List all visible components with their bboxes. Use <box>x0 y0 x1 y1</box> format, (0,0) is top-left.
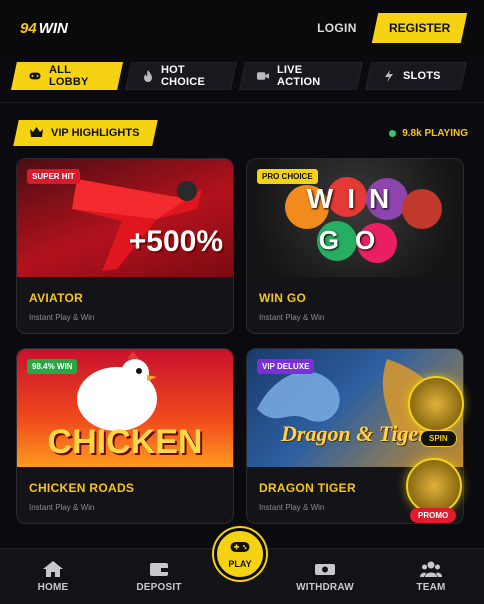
nav-deposit[interactable]: DEPOSIT <box>106 549 212 604</box>
section-title: VIP HIGHLIGHTS <box>51 127 140 139</box>
live-dot-icon <box>389 129 397 137</box>
playing-count: 9.8k PLAYING <box>402 127 468 139</box>
spin-label: SPIN <box>420 430 457 447</box>
game-subtitle: Instant Play & Win <box>259 313 325 322</box>
nav-withdraw[interactable]: WITHDRAW <box>272 549 378 604</box>
game-subtitle: Instant Play & Win <box>29 503 95 512</box>
gamepad-icon <box>230 540 250 558</box>
gamepad-icon <box>29 71 41 81</box>
tab-all-lobby[interactable]: ALL LOBBY <box>11 62 123 90</box>
logo-number: 94 <box>20 19 37 37</box>
tab-live-action[interactable]: LIVE ACTION <box>239 62 363 90</box>
game-art-aviator: +500% SUPER HIT <box>17 159 233 277</box>
tab-label: HOT CHOICE <box>161 64 205 88</box>
tab-label: SLOTS <box>403 70 441 82</box>
game-title: DRAGON TIGER <box>259 481 356 495</box>
game-title: WIN GO <box>259 291 307 305</box>
nav-label: WITHDRAW <box>296 582 354 593</box>
tab-slots[interactable]: SLOTS <box>365 62 467 90</box>
game-art-chicken-roads: CHICKEN 98.4% WIN <box>17 349 233 467</box>
login-button[interactable]: LOGIN <box>317 21 357 35</box>
game-subtitle: Instant Play & Win <box>259 503 325 512</box>
game-title: CHICKEN ROADS <box>29 481 135 495</box>
badge-vip-deluxe: VIP DELUXE <box>257 359 315 374</box>
divider <box>0 102 484 103</box>
spin-wheel-button[interactable] <box>408 376 464 432</box>
promo-label: PROMO <box>410 508 457 523</box>
dragon-tiger-art-text: Dragon & Tiger <box>281 421 427 446</box>
win-go-art-top: WIN <box>306 183 404 214</box>
game-card-aviator[interactable]: +500% SUPER HIT AVIATOR Instant Play & W… <box>16 158 234 334</box>
game-title: AVIATOR <box>29 291 84 305</box>
multiplier-text: +500% <box>128 225 223 258</box>
logo-word: WIN <box>38 19 68 37</box>
play-label: PLAY <box>228 558 252 569</box>
tab-hot-choice[interactable]: HOT CHOICE <box>125 62 237 90</box>
nav-team[interactable]: TEAM <box>378 549 484 604</box>
game-subtitle: Instant Play & Win <box>29 313 95 322</box>
brand-logo[interactable]: 94 WIN <box>20 20 68 37</box>
game-card-chicken-roads[interactable]: CHICKEN 98.4% WIN CHICKEN ROADS Instant … <box>16 348 234 524</box>
register-button[interactable]: REGISTER <box>371 13 468 43</box>
tab-label: ALL LOBBY <box>49 64 89 88</box>
nav-label: DEPOSIT <box>136 582 182 593</box>
crown-icon <box>30 124 43 142</box>
game-art-win-go: WIN GO PRO CHOICE <box>247 159 463 277</box>
team-icon <box>420 560 442 578</box>
nav-label: TEAM <box>416 582 446 593</box>
home-icon <box>42 560 64 578</box>
playing-counter: 9.8k PLAYING <box>389 128 468 139</box>
header-actions: LOGIN REGISTER <box>317 13 468 43</box>
win-go-art-bottom: GO <box>318 225 392 255</box>
top-header: 94 WIN LOGIN REGISTER <box>0 0 484 56</box>
nav-label: HOME <box>37 582 69 593</box>
promo-coin-button[interactable] <box>406 458 462 514</box>
vip-section-header: VIP HIGHLIGHTS 9.8k PLAYING <box>13 120 468 146</box>
play-button[interactable]: PLAY <box>214 528 266 580</box>
chicken-art-text: CHICKEN <box>47 423 203 461</box>
cash-icon <box>314 560 336 578</box>
badge-pro-choice: PRO CHOICE <box>257 169 318 184</box>
flame-icon <box>143 70 153 82</box>
video-icon <box>257 71 269 81</box>
badge-super-hit: SUPER HIT <box>27 169 80 184</box>
badge-win-rate: 98.4% WIN <box>27 359 78 374</box>
lightning-icon <box>383 70 395 82</box>
vip-highlights-badge: VIP HIGHLIGHTS <box>13 120 159 146</box>
nav-home[interactable]: HOME <box>0 549 106 604</box>
game-card-win-go[interactable]: WIN GO PRO CHOICE WIN GO Instant Play & … <box>246 158 464 334</box>
register-label: REGISTER <box>388 21 450 35</box>
tab-label: LIVE ACTION <box>277 64 321 88</box>
category-tabs: ALL LOBBY HOT CHOICE LIVE ACTION SLOTS <box>11 62 470 90</box>
wallet-icon <box>148 560 170 578</box>
